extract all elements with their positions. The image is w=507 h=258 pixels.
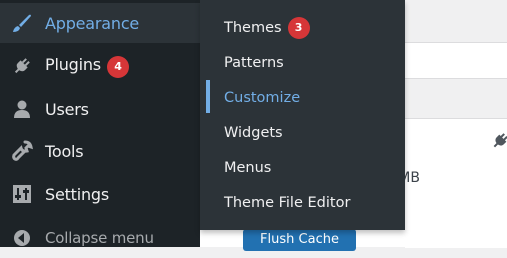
- plugins-update-badge: 4: [106, 55, 129, 78]
- sidebar-item-users[interactable]: Users: [0, 89, 200, 129]
- submenu-item-label: Patterns: [224, 55, 284, 71]
- submenu-item-label: Customize: [224, 90, 301, 106]
- sidebar-item-label: Plugins: [45, 54, 101, 74]
- collapse-menu-label: Collapse menu: [45, 229, 154, 247]
- sidebar-item-settings[interactable]: Settings: [0, 174, 200, 214]
- content-panel-header: [405, 42, 507, 79]
- submenu-item-label: Themes: [224, 20, 282, 36]
- submenu-item-label: Widgets: [224, 125, 283, 141]
- submenu-item-themes[interactable]: Themes 3: [224, 13, 310, 43]
- user-icon: [9, 96, 35, 122]
- admin-sidebar: Appearance Plugins 4 Users Tools Setting…: [0, 0, 200, 247]
- plugin-icon: [493, 133, 507, 153]
- collapse-arrow-icon: [9, 225, 35, 251]
- submenu-item-label: Menus: [224, 160, 272, 176]
- submenu-item-customize[interactable]: Customize: [224, 83, 300, 113]
- sidebar-item-label: Settings: [45, 184, 110, 204]
- appearance-submenu: Themes 3 Patterns Customize Widgets Menus…: [200, 0, 405, 230]
- sidebar-item-tools[interactable]: Tools: [0, 131, 200, 171]
- sidebar-item-plugins[interactable]: Plugins 4: [0, 46, 200, 86]
- content-panel: [405, 118, 507, 248]
- plugin-icon: [9, 53, 35, 79]
- submenu-item-patterns[interactable]: Patterns: [224, 48, 284, 78]
- wrench-icon: [9, 138, 35, 164]
- flush-cache-button[interactable]: Flush Cache: [243, 229, 356, 251]
- submenu-item-label: Theme File Editor: [224, 195, 351, 211]
- sliders-icon: [9, 181, 35, 207]
- sidebar-item-plugins-wrap: Plugins 4: [45, 55, 129, 78]
- sidebar-item-label: Users: [45, 99, 89, 119]
- collapse-menu-button[interactable]: Collapse menu: [0, 218, 200, 258]
- submenu-item-theme-file-editor[interactable]: Theme File Editor: [224, 188, 350, 218]
- sidebar-item-label: Tools: [45, 141, 84, 161]
- sidebar-item-appearance[interactable]: Appearance: [0, 3, 200, 43]
- sidebar-item-label: Appearance: [45, 13, 140, 33]
- submenu-item-menus[interactable]: Menus: [224, 153, 271, 183]
- paintbrush-icon: [9, 10, 35, 36]
- current-item-indicator: [206, 80, 210, 113]
- themes-update-badge: 3: [287, 17, 310, 39]
- submenu-item-widgets[interactable]: Widgets: [224, 118, 283, 148]
